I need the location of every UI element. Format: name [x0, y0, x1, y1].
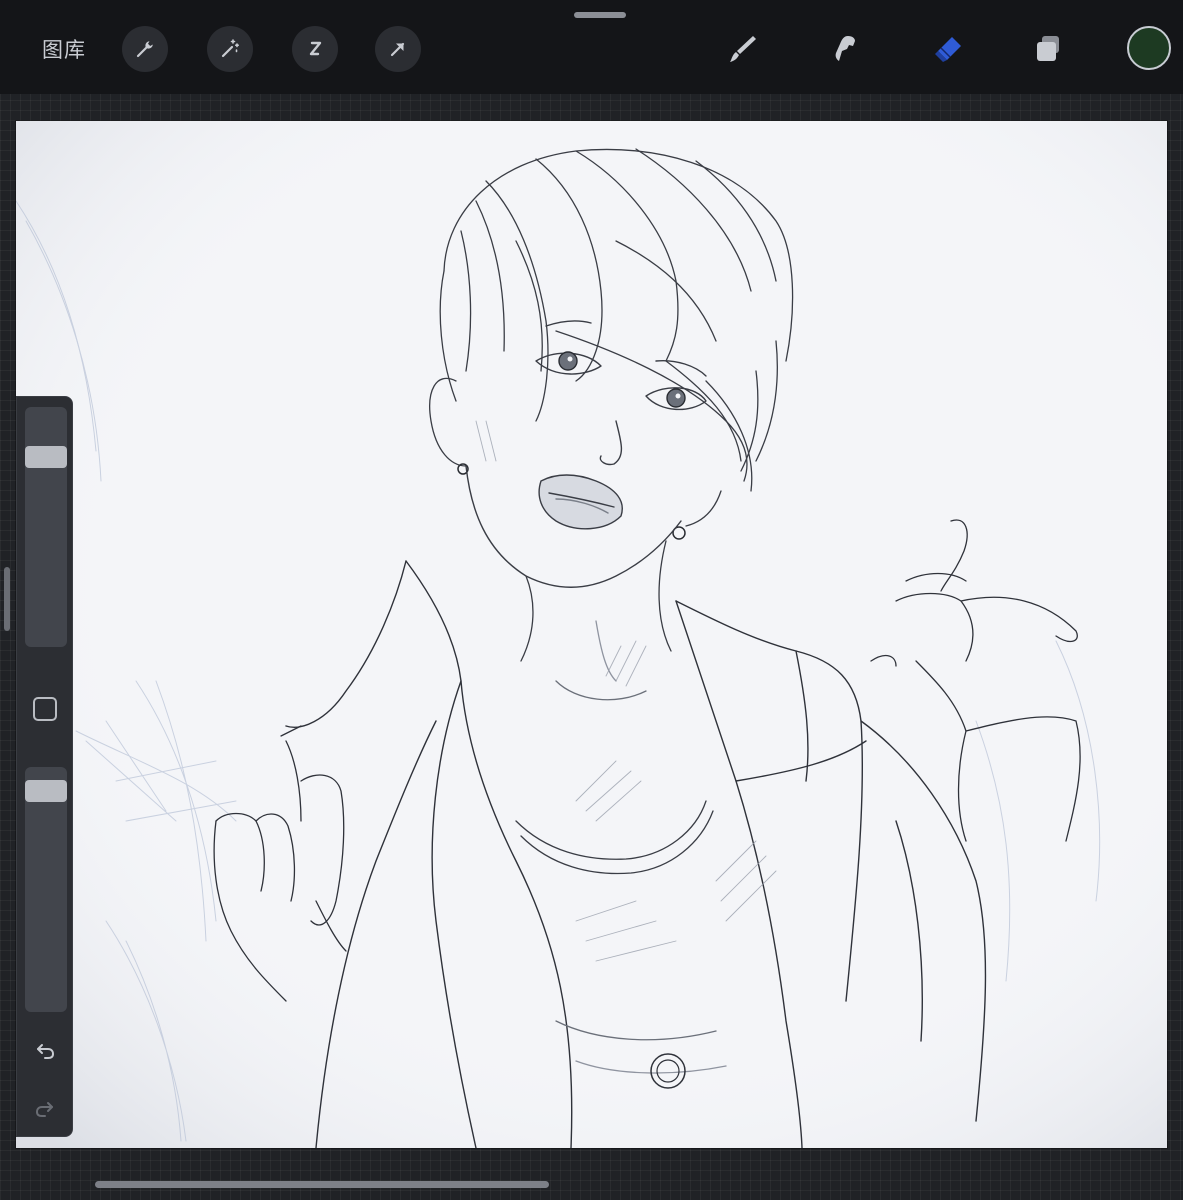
- gallery-button[interactable]: 图库: [42, 34, 86, 64]
- selection-s-icon: [309, 41, 322, 56]
- top-toolbar: 图库: [0, 0, 1183, 94]
- redo-icon: [36, 1102, 53, 1117]
- brush-tool-button[interactable]: [720, 26, 766, 72]
- actions-button[interactable]: [122, 26, 168, 72]
- opacity-slider[interactable]: [25, 767, 67, 1012]
- pencil-sketch-artwork: [16, 121, 1167, 1148]
- arrow-cursor-icon: [390, 42, 405, 57]
- toolbar-grabber[interactable]: [574, 12, 626, 18]
- smudge-icon: [835, 36, 855, 61]
- layers-icon: [1037, 36, 1059, 61]
- brush-size-handle[interactable]: [25, 446, 67, 468]
- opacity-handle[interactable]: [25, 780, 67, 802]
- modify-button[interactable]: [33, 697, 57, 721]
- wrench-icon: [136, 41, 153, 58]
- eraser-tool-button[interactable]: [925, 26, 971, 72]
- brush-sidebar: [16, 396, 73, 1137]
- transform-button[interactable]: [375, 26, 421, 72]
- undo-icon: [37, 1044, 54, 1059]
- adjustments-button[interactable]: [207, 26, 253, 72]
- drawing-canvas[interactable]: [16, 121, 1167, 1148]
- undo-button[interactable]: [31, 1037, 59, 1065]
- selection-button[interactable]: [292, 26, 338, 72]
- magic-wand-icon: [221, 39, 239, 58]
- brush-size-slider[interactable]: [25, 407, 67, 647]
- procreate-app: 图库: [0, 0, 1183, 1200]
- brush-icon: [730, 36, 756, 62]
- smudge-tool-button[interactable]: [823, 26, 869, 72]
- layers-button[interactable]: [1025, 26, 1071, 72]
- sidebar-position-handle[interactable]: [4, 567, 10, 631]
- eraser-icon: [935, 37, 961, 62]
- color-picker-button[interactable]: [1127, 26, 1171, 70]
- home-indicator[interactable]: [95, 1181, 549, 1188]
- bottom-area: [0, 1148, 1183, 1200]
- redo-button[interactable]: [31, 1095, 59, 1123]
